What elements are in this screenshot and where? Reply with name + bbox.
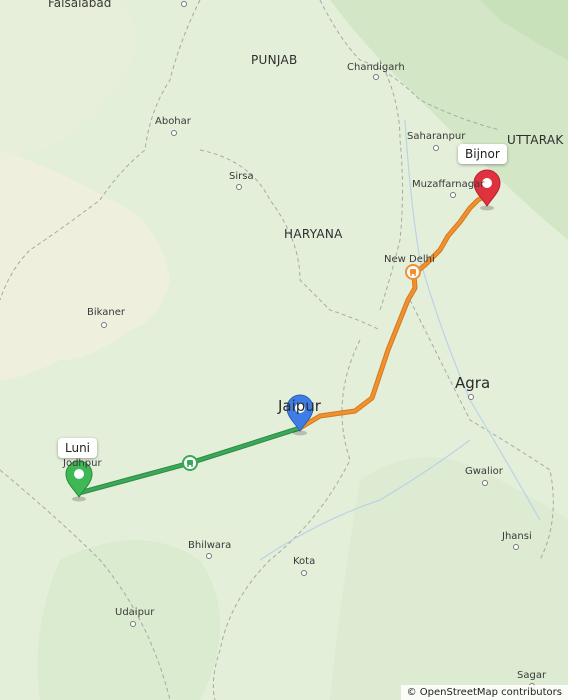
label-saharanpur: Saharanpur xyxy=(407,131,466,142)
thar-desert-area xyxy=(0,150,170,380)
haryana-up-border xyxy=(379,59,403,311)
vindhya-green xyxy=(330,457,568,700)
label-faisalabad: Faisalabad xyxy=(48,0,112,10)
city-dot-muzaffarnagar xyxy=(450,192,456,198)
map-view[interactable]: Faisalabad PUNJAB Chandigarh Abohar Saha… xyxy=(0,0,568,700)
city-dot-chandigarh xyxy=(373,74,379,80)
label-kota: Kota xyxy=(293,556,316,567)
label-sagar: Sagar xyxy=(517,670,547,681)
aravalli-green xyxy=(37,540,220,700)
city-dot-gwalior xyxy=(482,480,488,486)
label-bikaner: Bikaner xyxy=(87,307,125,318)
city-dot-udaipur xyxy=(130,621,136,627)
label-uttarakhand: UTTARAK xyxy=(507,133,564,147)
label-sirsa: Sirsa xyxy=(229,171,254,182)
label-punjab: PUNJAB xyxy=(251,53,298,67)
end-marker-bijnor xyxy=(473,169,501,211)
label-muzaffarnagar: Muzaffarnagar xyxy=(412,179,485,190)
label-haryana: HARYANA xyxy=(284,227,343,241)
label-jhansi: Jhansi xyxy=(502,531,532,542)
label-chandigarh: Chandigarh xyxy=(347,62,405,73)
train-icon xyxy=(182,455,198,471)
city-dot-bhilwara xyxy=(206,553,212,559)
city-dot-faisalabad xyxy=(181,1,187,7)
label-bhilwara: Bhilwara xyxy=(188,540,232,551)
map-attribution[interactable]: © OpenStreetMap contributors xyxy=(400,685,568,700)
start-marker-callout[interactable]: Luni xyxy=(58,438,98,458)
label-jaipur: Jaipur xyxy=(278,397,321,415)
city-dot-kota xyxy=(301,570,307,576)
label-udaipur: Udaipur xyxy=(115,607,155,618)
city-dot-agra xyxy=(468,394,474,400)
city-dot-bikaner xyxy=(101,322,107,328)
end-marker-callout[interactable]: Bijnor xyxy=(458,144,507,164)
city-dot-sirsa xyxy=(236,184,242,190)
city-dot-jhansi xyxy=(513,544,519,550)
label-new-delhi: New Delhi xyxy=(384,254,435,265)
map-canvas xyxy=(0,0,568,700)
label-gwalior: Gwalior xyxy=(465,466,503,477)
label-agra: Agra xyxy=(455,374,491,392)
label-abohar: Abohar xyxy=(155,116,191,127)
pakistan-arid-area xyxy=(0,0,135,160)
city-dot-abohar xyxy=(171,130,177,136)
train-icon xyxy=(405,264,421,280)
city-dot-saharanpur xyxy=(433,145,439,151)
label-jodhpur: Jodhpur xyxy=(63,458,102,469)
